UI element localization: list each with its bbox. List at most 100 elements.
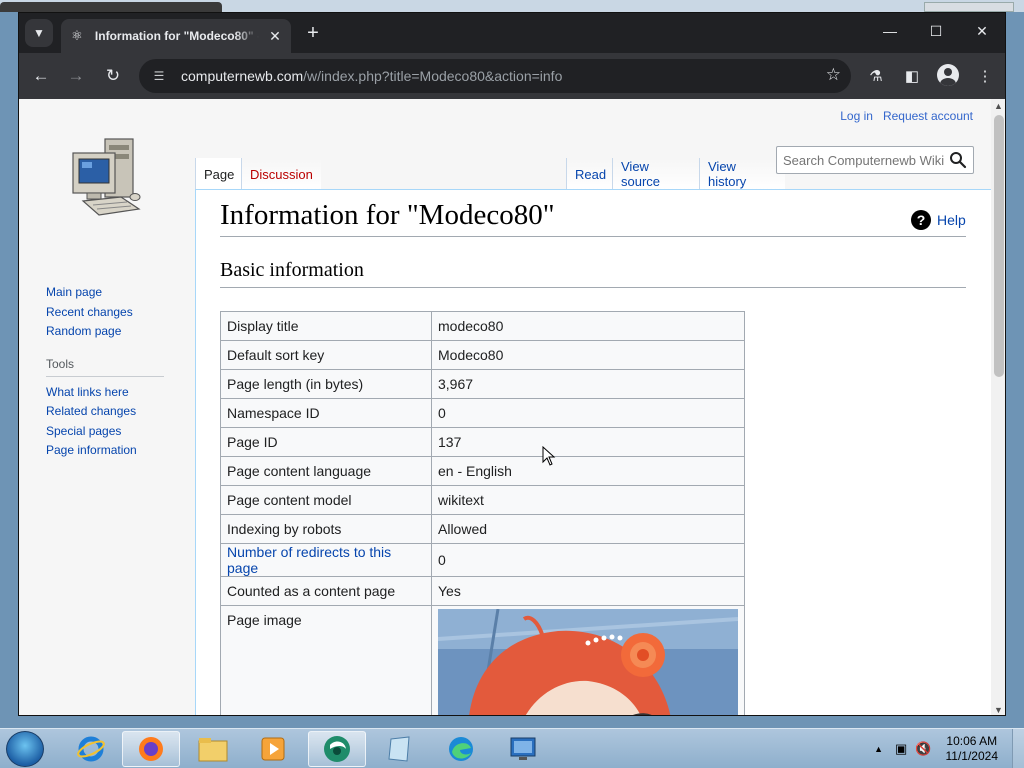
tab-page-label: Page <box>204 166 235 182</box>
redirects-link[interactable]: Number of redirects to this page <box>227 544 391 576</box>
taskbar-media-player-icon[interactable] <box>244 731 302 767</box>
sidebar-item-random-page[interactable]: Random page <box>46 322 186 342</box>
url-text[interactable]: computernewb.com/w/index.php?title=Modec… <box>181 68 562 84</box>
row-value: 0 <box>431 398 745 428</box>
taskbar-app-active-icon[interactable] <box>308 731 366 767</box>
sidebar-item-recent-changes[interactable]: Recent changes <box>46 303 186 323</box>
tab-strip: ▼ ⚛ Information for "Modeco80" - Compute… <box>19 13 1005 53</box>
tab-page[interactable]: Page <box>195 158 241 190</box>
scroll-up-icon[interactable]: ▲ <box>994 101 1003 111</box>
new-tab-button[interactable]: + <box>301 21 325 45</box>
page-title: Information for "Modeco80" <box>220 199 966 237</box>
table-row: Page content language en - English <box>220 456 745 486</box>
tab-title: Information for "Modeco80" - Computernew… <box>94 29 259 43</box>
search-icon[interactable] <box>949 151 967 169</box>
maximize-button[interactable]: ☐ <box>913 13 959 49</box>
network-icon[interactable]: ▣ <box>895 741 907 757</box>
row-key: Counted as a content page <box>220 576 432 606</box>
login-link[interactable]: Log in <box>840 109 873 123</box>
page-viewport: Log in Request account Main page Recent … <box>19 99 1005 716</box>
tab-view-source-label: View source <box>621 159 661 189</box>
tab-discussion[interactable]: Discussion <box>241 158 321 190</box>
row-key: Display title <box>220 311 432 341</box>
tab-view-history[interactable]: View history <box>699 158 785 190</box>
tab-read[interactable]: Read <box>566 158 612 190</box>
minimize-button[interactable]: — <box>867 13 913 49</box>
forward-button[interactable]: → <box>62 62 90 90</box>
row-key: Page content language <box>220 456 432 486</box>
mouse-cursor-icon <box>542 446 556 466</box>
reload-button[interactable]: ↻ <box>99 62 127 90</box>
sidebar-item-special-pages[interactable]: Special pages <box>46 422 186 442</box>
page-scrollbar[interactable]: ▲ ▼ <box>991 99 1005 715</box>
browser-window: ▼ ⚛ Information for "Modeco80" - Compute… <box>18 12 1006 716</box>
tab-close-icon[interactable]: ✕ <box>267 28 283 45</box>
sidebar-item-main-page[interactable]: Main page <box>46 283 186 303</box>
taskbar-notepad-icon[interactable] <box>370 731 428 767</box>
page-image[interactable] <box>437 608 739 716</box>
background-window-tab <box>0 2 222 12</box>
taskbar-file-explorer-icon[interactable] <box>184 731 242 767</box>
wiki-favicon-icon: ⚛ <box>71 28 83 43</box>
clock[interactable]: 10:06 AM 11/1/2024 <box>946 734 999 764</box>
row-value <box>431 605 745 716</box>
sidebar-item-related-changes[interactable]: Related changes <box>46 402 186 422</box>
labs-flask-icon[interactable]: ⚗ <box>864 64 888 88</box>
help-link[interactable]: ? Help <box>911 210 966 230</box>
site-logo-computer-icon[interactable] <box>69 135 145 223</box>
taskbar-firefox-icon[interactable] <box>122 731 180 767</box>
taskbar-edge-icon[interactable] <box>432 731 490 767</box>
volume-muted-icon[interactable]: 🔇 <box>915 741 931 757</box>
row-value: wikitext <box>431 485 745 515</box>
close-window-button[interactable]: ✕ <box>959 13 1005 49</box>
profile-avatar-icon[interactable] <box>937 64 959 86</box>
row-value: Allowed <box>431 514 745 544</box>
address-bar[interactable]: ☰ computernewb.com/w/index.php?title=Mod… <box>139 59 851 93</box>
request-account-link[interactable]: Request account <box>883 109 973 123</box>
back-button[interactable]: ← <box>27 62 55 90</box>
row-value: modeco80 <box>431 311 745 341</box>
side-panel-icon[interactable]: ◧ <box>900 64 924 88</box>
row-value: Yes <box>431 576 745 606</box>
show-desktop-button[interactable] <box>1012 729 1024 768</box>
table-row: Page content model wikitext <box>220 485 745 515</box>
taskbar-internet-explorer-icon[interactable] <box>62 731 120 767</box>
browser-toolbar: ← → ↻ ☰ computernewb.com/w/index.php?tit… <box>19 53 1005 99</box>
site-info-icon[interactable]: ☰ <box>149 69 169 83</box>
bookmark-star-icon[interactable]: ☆ <box>826 65 841 85</box>
row-value: 137 <box>431 427 745 457</box>
clock-time: 10:06 AM <box>946 734 998 748</box>
row-value: 3,967 <box>431 369 745 399</box>
row-key: Namespace ID <box>220 398 432 428</box>
row-key: Page length (in bytes) <box>220 369 432 399</box>
browser-tab-active[interactable]: ⚛ Information for "Modeco80" - Computern… <box>61 19 291 53</box>
help-question-icon: ? <box>911 210 931 230</box>
table-row: Namespace ID 0 <box>220 398 745 428</box>
row-key: Page ID <box>220 427 432 457</box>
taskbar-remote-desktop-icon[interactable] <box>494 731 552 767</box>
background-window-controls <box>924 2 1014 12</box>
sidebar-item-what-links-here[interactable]: What links here <box>46 383 186 403</box>
menu-kebab-icon[interactable]: ⋮ <box>973 64 997 88</box>
help-label: Help <box>937 212 966 228</box>
tab-search-button[interactable]: ▼ <box>25 19 53 47</box>
sidebar-item-page-information[interactable]: Page information <box>46 441 186 461</box>
tab-view-history-label: View history <box>708 159 747 189</box>
row-key: Default sort key <box>220 340 432 370</box>
tray-expand-icon[interactable]: ▲ <box>874 744 883 754</box>
row-key: Indexing by robots <box>220 514 432 544</box>
search-input[interactable] <box>777 147 947 173</box>
scroll-down-icon[interactable]: ▼ <box>994 705 1003 715</box>
url-host: computernewb.com <box>181 68 304 84</box>
start-button-windows-icon[interactable] <box>6 731 44 767</box>
clock-date: 11/1/2024 <box>945 749 999 763</box>
row-key: Page content model <box>220 485 432 515</box>
personal-tools: Log in Request account <box>840 109 973 123</box>
table-row: Page ID 137 <box>220 427 745 457</box>
section-heading: Basic information <box>220 259 966 288</box>
tab-view-source[interactable]: View source <box>612 158 699 190</box>
table-row: Display title modeco80 <box>220 311 745 341</box>
sidebar-tools-heading: Tools <box>46 356 164 377</box>
scrollbar-thumb[interactable] <box>994 115 1004 377</box>
table-row: Default sort key Modeco80 <box>220 340 745 370</box>
